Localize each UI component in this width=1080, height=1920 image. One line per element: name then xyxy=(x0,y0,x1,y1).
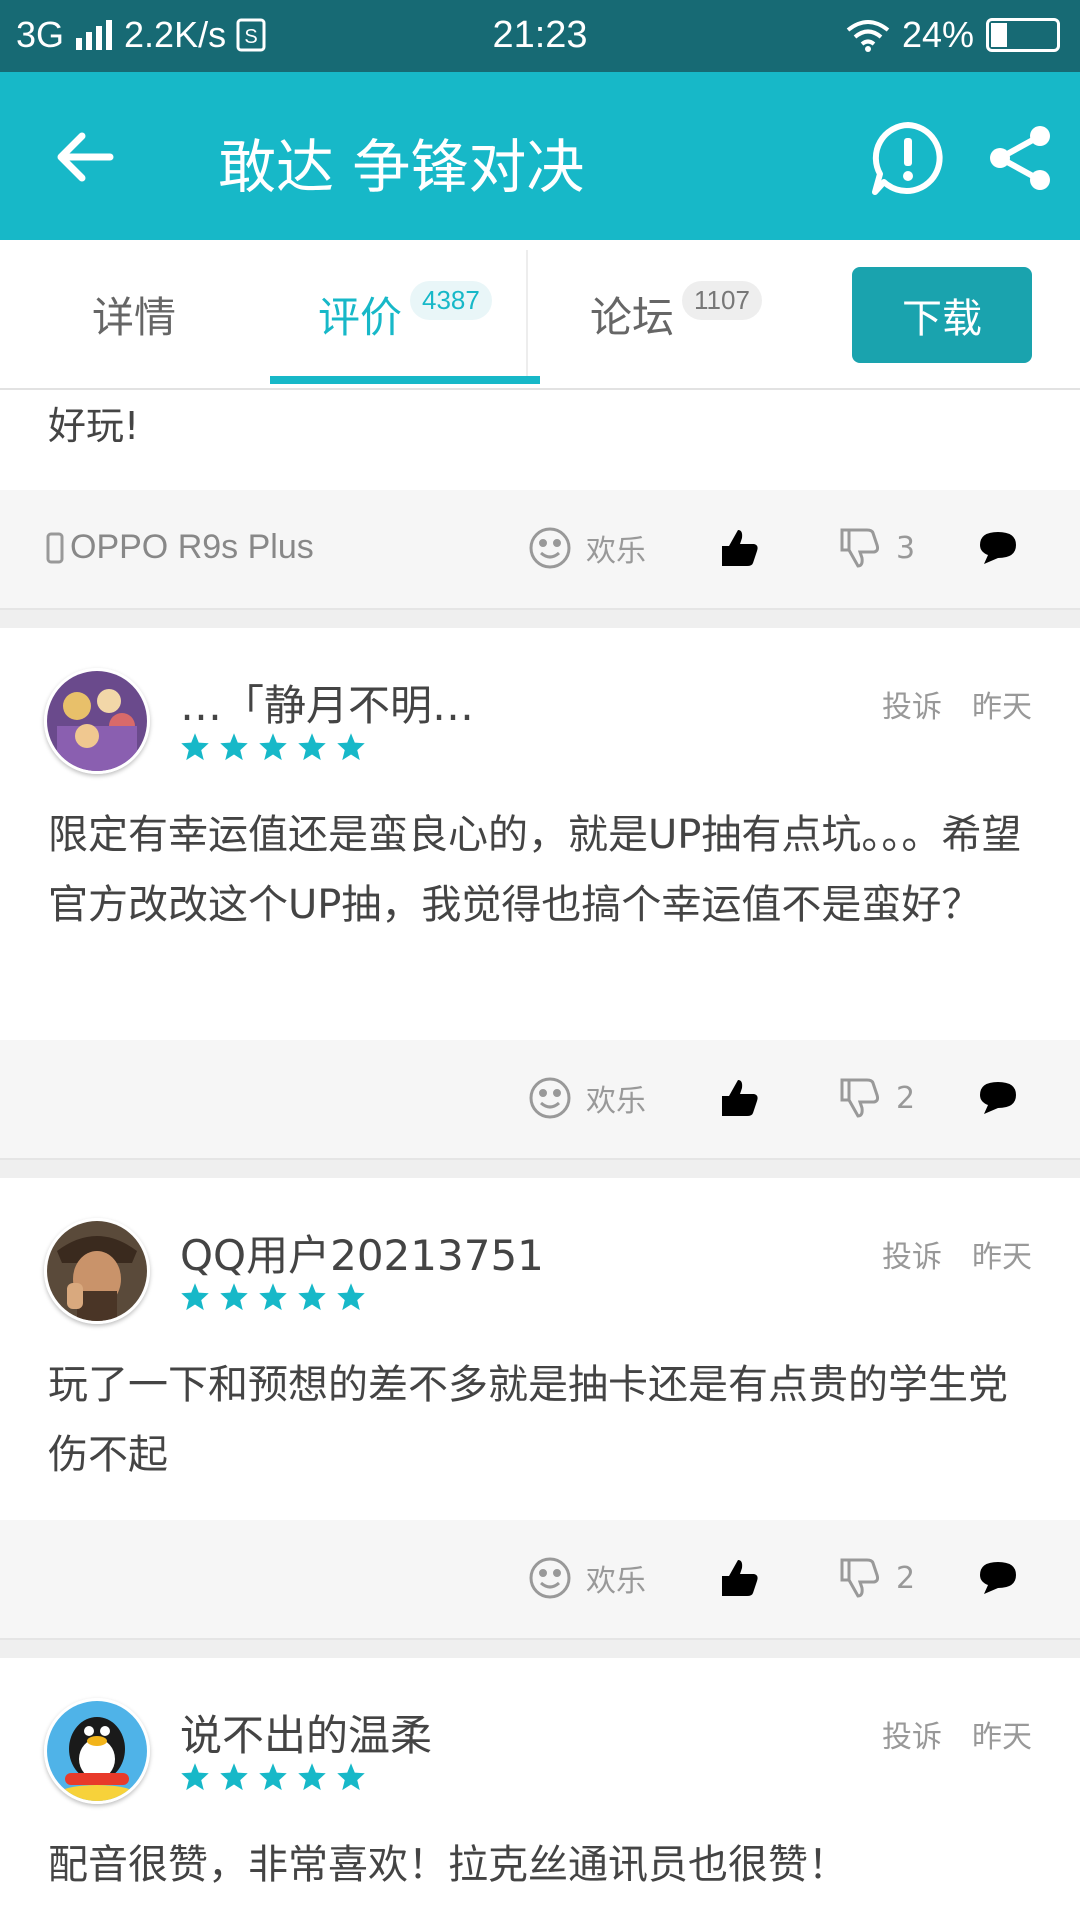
comment-icon[interactable] xyxy=(976,1076,1020,1120)
like-icon[interactable] xyxy=(718,1556,762,1600)
review-footer: 欢乐 2 xyxy=(0,1040,1080,1160)
review-footer: 欢乐 2 xyxy=(0,1520,1080,1640)
tab-label: 评价 xyxy=(318,292,403,342)
like-icon[interactable] xyxy=(718,526,762,570)
review-footer: OPPO R9s Plus 欢乐 3 xyxy=(0,490,1080,610)
star-icon xyxy=(337,1763,365,1791)
dislike-count: 2 xyxy=(896,1080,916,1116)
report-icon[interactable] xyxy=(870,120,946,196)
avatar[interactable] xyxy=(44,1698,150,1804)
dislike-count: 3 xyxy=(896,530,916,566)
review-text: 限定有幸运值还是蛮良心的，就是UP抽有点坑。。。希望官方改改这个UP抽，我觉得也… xyxy=(48,812,1022,928)
star-icon xyxy=(298,1763,326,1791)
mood-tag[interactable]: 欢乐 xyxy=(528,1076,646,1120)
dislike-icon xyxy=(840,1558,880,1598)
report-link[interactable]: 投诉 xyxy=(882,1712,942,1756)
tab-count-badge: 1107 xyxy=(682,280,762,320)
star-icon xyxy=(259,1763,287,1791)
rating-stars xyxy=(180,1762,366,1792)
star-icon xyxy=(181,1283,209,1311)
tab-forum[interactable]: 论坛 1107 xyxy=(590,240,762,388)
page-title: 敢达 争锋对决 xyxy=(218,133,585,201)
mood-tag[interactable]: 欢乐 xyxy=(528,526,646,570)
avatar[interactable] xyxy=(44,668,150,774)
dislike-count: 2 xyxy=(896,1560,916,1596)
device-info: OPPO R9s Plus xyxy=(46,528,314,567)
tab-details[interactable]: 详情 xyxy=(92,240,176,388)
dislike-button[interactable]: 2 xyxy=(838,1076,915,1120)
reviewer-name[interactable]: …「静月不明… xyxy=(180,672,474,733)
comment-icon[interactable] xyxy=(976,526,1020,570)
star-icon xyxy=(298,733,326,761)
dislike-icon xyxy=(840,1078,880,1118)
review-card: …「静月不明… 投诉 昨天 限定有幸运值还是蛮良心的，就是UP抽有点坑。。。希望… xyxy=(0,628,1080,1040)
download-button[interactable]: 下载 xyxy=(852,267,1032,363)
review-time: 昨天 xyxy=(972,1720,1032,1755)
reviewer-name[interactable]: QQ用户20213751 xyxy=(180,1222,544,1283)
review-card: 说不出的温柔 投诉 昨天 配音很赞，非常喜欢！拉克丝通讯员也很赞！ xyxy=(0,1658,1080,1920)
app-bar: 敢达 争锋对决 xyxy=(0,72,1080,240)
mood-label: 欢乐 xyxy=(586,1084,646,1119)
like-icon[interactable] xyxy=(718,1076,762,1120)
dislike-button[interactable]: 2 xyxy=(838,1556,915,1600)
tab-label: 详情 xyxy=(92,292,177,342)
status-bar: 3G 2.2K/s S 21:23 24% xyxy=(0,0,1080,72)
report-link[interactable]: 投诉 xyxy=(882,1232,942,1276)
star-icon xyxy=(337,733,365,761)
rating-stars xyxy=(180,732,366,762)
smiley-icon xyxy=(529,1557,571,1599)
tab-label: 论坛 xyxy=(590,292,675,342)
review-text: 玩了一下和预想的差不多就是抽卡还是有点贵的学生党伤不起 xyxy=(48,1362,1008,1478)
tab-indicator xyxy=(270,376,540,384)
comment-icon[interactable] xyxy=(976,1556,1020,1600)
review-time: 昨天 xyxy=(972,1240,1032,1275)
section-divider xyxy=(0,610,1080,628)
star-icon xyxy=(181,733,209,761)
star-icon xyxy=(337,1283,365,1311)
tab-count-badge: 4387 xyxy=(410,280,492,320)
star-icon xyxy=(220,733,248,761)
smiley-icon xyxy=(529,527,571,569)
dislike-icon xyxy=(840,528,880,568)
tab-divider xyxy=(526,250,528,378)
dislike-button[interactable]: 3 xyxy=(838,526,915,570)
mood-label: 欢乐 xyxy=(586,1564,646,1599)
star-icon xyxy=(298,1283,326,1311)
section-divider xyxy=(0,1640,1080,1658)
battery-icon xyxy=(986,18,1060,52)
device-name: OPPO R9s Plus xyxy=(70,528,314,566)
rating-stars xyxy=(180,1282,366,1312)
smiley-icon xyxy=(529,1077,571,1119)
review-time: 昨天 xyxy=(972,690,1032,725)
back-arrow-icon[interactable] xyxy=(50,122,120,192)
tab-reviews[interactable]: 评价 4387 xyxy=(318,240,492,388)
star-icon xyxy=(259,1283,287,1311)
battery-percent: 24% xyxy=(901,14,974,55)
report-link[interactable]: 投诉 xyxy=(882,682,942,726)
share-icon[interactable] xyxy=(986,124,1054,192)
mood-tag[interactable]: 欢乐 xyxy=(528,1556,646,1600)
avatar[interactable] xyxy=(44,1218,150,1324)
review-card: QQ用户20213751 投诉 昨天 玩了一下和预想的差不多就是抽卡还是有点贵的… xyxy=(0,1178,1080,1520)
star-icon xyxy=(220,1283,248,1311)
star-icon xyxy=(259,733,287,761)
mood-label: 欢乐 xyxy=(586,534,646,569)
star-icon xyxy=(220,1763,248,1791)
phone-icon xyxy=(46,532,64,563)
review-text-fragment: 好玩! xyxy=(48,404,140,448)
review-text: 配音很赞，非常喜欢！拉克丝通讯员也很赞！ xyxy=(48,1842,848,1888)
wifi-icon xyxy=(846,20,890,52)
reviewer-name[interactable]: 说不出的温柔 xyxy=(180,1702,432,1763)
section-divider xyxy=(0,1160,1080,1178)
star-icon xyxy=(181,1763,209,1791)
